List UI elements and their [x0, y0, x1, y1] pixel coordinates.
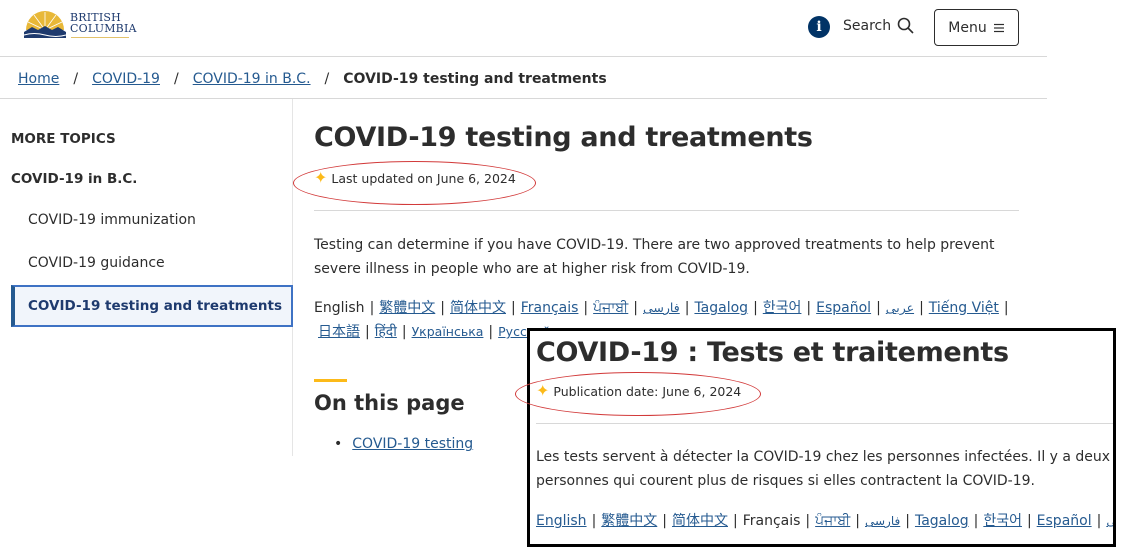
sidebar: MORE TOPICS COVID-19 in B.C. COVID-19 im… [0, 99, 293, 456]
language-link[interactable]: عربى [886, 300, 914, 315]
french-page-title: COVID-19 : Tests et traitements [536, 337, 1009, 368]
menu-button[interactable]: Menu [934, 9, 1019, 46]
language-link[interactable]: ਪੰਜਾਬੀ [593, 300, 628, 316]
breadcrumb-current: COVID-19 testing and treatments [343, 71, 607, 87]
language-link[interactable]: Français [521, 300, 579, 316]
language-link[interactable]: عربى [1106, 514, 1113, 528]
language-link[interactable]: Українська [412, 324, 484, 339]
search-button[interactable]: Search [843, 17, 914, 34]
last-updated-text: Last updated on June 6, 2024 [331, 170, 516, 186]
language-link[interactable]: 한국어 [983, 513, 1022, 529]
search-icon [897, 17, 914, 34]
language-link[interactable]: 繁體中文 [601, 513, 657, 529]
intro-paragraph: Testing can determine if you have COVID-… [314, 237, 995, 277]
on-this-page-heading: On this page [314, 391, 465, 415]
breadcrumb: Home / COVID-19 / COVID-19 in B.C. / COV… [18, 68, 607, 90]
publication-date: ✦ Publication date: June 6, 2024 [536, 383, 741, 399]
french-language-links: English | 繁體中文 | 简体中文 | Français | ਪੰਜਾਬੀ | فارسی |… [536, 509, 1113, 533]
sun-mountain-icon [23, 11, 67, 38]
language-link[interactable]: 한국어 [763, 300, 802, 316]
logo-underline [71, 37, 129, 38]
site-header: BRITISH COLUMBIA i Search Menu [0, 0, 1047, 57]
language-link[interactable]: 繁體中文 [379, 300, 435, 316]
language-link[interactable]: हिंदी [375, 324, 397, 340]
language-current: Français [742, 513, 801, 529]
search-label: Search [843, 17, 892, 34]
french-intro-line2: personnes qui courent plus de risques si… [536, 473, 1035, 489]
list-item: COVID-19 testing [334, 436, 473, 452]
menu-label: Menu [948, 19, 987, 36]
language-link[interactable]: Tiếng Việt [929, 300, 999, 316]
bc-gov-logo[interactable]: BRITISH COLUMBIA [22, 8, 142, 44]
section-accent-bar [314, 379, 347, 382]
publication-date-text: Publication date: June 6, 2024 [553, 383, 742, 399]
title-divider [314, 210, 1019, 211]
language-link[interactable]: فارسی [643, 300, 680, 315]
language-link[interactable]: 简体中文 [672, 513, 728, 529]
last-updated: ✦ Last updated on June 6, 2024 [314, 170, 516, 186]
french-page-inset: COVID-19 : Tests et traitements ✦ Public… [527, 328, 1116, 547]
french-intro-paragraph: Les tests servent à détecter la COVID-19… [536, 445, 1113, 493]
sidebar-heading: MORE TOPICS [11, 131, 116, 147]
breadcrumb-home[interactable]: Home [18, 71, 59, 87]
on-this-page-list: COVID-19 testing [334, 436, 473, 452]
sidebar-item-testing-treatments[interactable]: COVID-19 testing and treatments [11, 285, 293, 327]
sidebar-item-covid19-in-bc[interactable]: COVID-19 in B.C. [11, 171, 137, 187]
on-this-page-link-testing[interactable]: COVID-19 testing [352, 436, 473, 452]
french-intro-line1: Les tests servent à détecter la COVID-19… [536, 449, 1113, 465]
language-current: English [314, 300, 365, 316]
breadcrumb-covid19-in-bc[interactable]: COVID-19 in B.C. [193, 71, 311, 87]
sparkle-icon: ✦ [314, 168, 328, 187]
logo-text-line2: COLUMBIA [70, 22, 137, 35]
sidebar-item-guidance[interactable]: COVID-19 guidance [28, 255, 165, 271]
french-title-divider [536, 423, 1113, 424]
breadcrumb-covid19[interactable]: COVID-19 [92, 71, 160, 87]
page-title: COVID-19 testing and treatments [314, 122, 813, 153]
language-link[interactable]: 简体中文 [450, 300, 506, 316]
sidebar-item-immunization[interactable]: COVID-19 immunization [28, 212, 196, 228]
language-link[interactable]: Tagalog [915, 513, 969, 529]
language-link[interactable]: Español [816, 300, 871, 316]
breadcrumb-separator: / [324, 71, 330, 87]
language-link[interactable]: فارسی [865, 514, 900, 528]
breadcrumb-separator: / [173, 71, 179, 87]
info-icon[interactable]: i [808, 16, 830, 38]
language-link[interactable]: Español [1037, 513, 1092, 529]
language-link[interactable]: 日本語 [318, 324, 360, 340]
language-link[interactable]: English [536, 513, 587, 529]
language-link[interactable]: ਪੰਜਾਬੀ [815, 513, 850, 529]
sparkle-icon: ✦ [536, 381, 550, 400]
hamburger-icon [993, 23, 1004, 32]
language-link[interactable]: Tagalog [694, 300, 748, 316]
breadcrumb-separator: / [73, 71, 79, 87]
